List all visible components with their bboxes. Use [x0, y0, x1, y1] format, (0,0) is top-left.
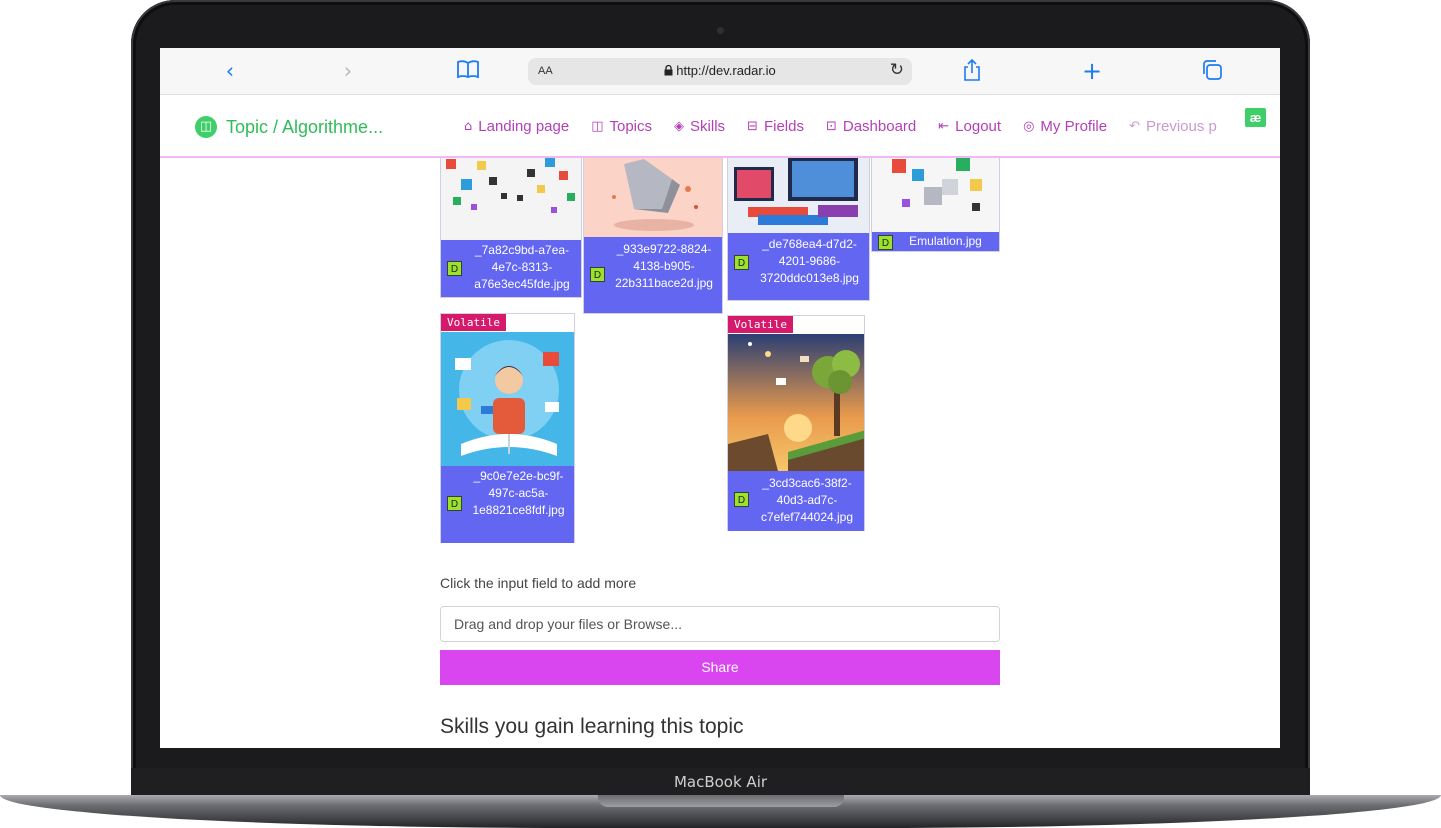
- file-thumbnail: [441, 332, 574, 466]
- address-bar[interactable]: AA http://dev.radar.io ↻: [528, 58, 912, 85]
- file-thumbnail: [728, 158, 869, 233]
- main-content: D _7a82c9bd-a7ea-4e7c-8313-a76e3ec45fde.…: [160, 158, 1280, 748]
- page-title: Topic / Algorithme...: [226, 116, 384, 137]
- book-open-icon: ◫: [591, 119, 604, 134]
- file-name: _933e9722-8824-4138-b905-22b311bace2d.jp…: [615, 242, 713, 290]
- chevron-left-icon[interactable]: ‹: [220, 59, 240, 83]
- ae-badge[interactable]: æ: [1245, 108, 1266, 127]
- undo-icon: ↶: [1129, 119, 1140, 134]
- nav-link-label: Dashboard: [842, 118, 917, 135]
- brand[interactable]: ◫ Topic / Algorithme...: [195, 116, 383, 138]
- nav-topics[interactable]: ◫ Topics: [591, 118, 652, 135]
- file-thumbnail: [872, 158, 999, 232]
- graduation-cap-icon: ◈: [674, 119, 685, 134]
- volatile-tag: Volatile: [441, 314, 506, 331]
- nav-landing-page[interactable]: ⌂ Landing page: [464, 118, 569, 135]
- file-card[interactable]: D _de768ea4-d7d2-4201-9686-3720ddc013e8.…: [727, 158, 870, 301]
- browser-toolbar: ‹ › AA http://dev.radar.io ↻ +: [160, 48, 1280, 95]
- file-card[interactable]: Volatile _9c0e7e2e-bc9f-497c-ac5a-1e8821…: [440, 313, 575, 543]
- user-circle-icon: ◎: [1023, 119, 1035, 134]
- address-url: http://dev.radar.io: [528, 63, 912, 78]
- nav-link-label: Skills: [690, 118, 726, 135]
- reload-icon[interactable]: ↻: [890, 60, 904, 80]
- plus-icon[interactable]: +: [1080, 59, 1104, 83]
- url-text: http://dev.radar.io: [676, 63, 776, 78]
- file-thumbnail: [584, 158, 722, 237]
- nav-fields[interactable]: ⊟ Fields: [747, 118, 804, 135]
- volatile-tag: Volatile: [728, 316, 793, 333]
- home-icon: ⌂: [464, 119, 473, 134]
- file-upload-input[interactable]: Drag and drop your files or Browse...: [440, 606, 1000, 642]
- nav-link-label: Previous p: [1146, 118, 1217, 135]
- d-badge: D: [447, 496, 462, 511]
- nav-previous-page[interactable]: ↶ Previous p: [1129, 118, 1217, 135]
- file-name: _7a82c9bd-a7ea-4e7c-8313-a76e3ec45fde.jp…: [474, 243, 570, 291]
- nav-link-label: Landing page: [478, 118, 570, 135]
- file-name: Emulation.jpg: [909, 234, 982, 248]
- logout-icon: ⇤: [938, 119, 950, 134]
- site-navbar: ◫ Topic / Algorithme... ⌂ Landing page ◫ T…: [160, 95, 1280, 158]
- lock-icon: [664, 64, 673, 76]
- tabs-icon[interactable]: [1200, 59, 1224, 83]
- camera: [717, 27, 724, 34]
- nav-link-label: Fields: [763, 118, 804, 135]
- nav-dashboard[interactable]: ⊡ Dashboard: [826, 118, 916, 135]
- nav-my-profile[interactable]: ◎ My Profile: [1023, 118, 1107, 135]
- skills-section-heading: Skills you gain learning this topic: [440, 715, 744, 738]
- device-label: MacBook Air: [131, 768, 1310, 796]
- nav-logout[interactable]: ⇤ Logout: [938, 118, 1001, 135]
- dashboard-icon: ⊡: [825, 119, 837, 134]
- nav-link-label: Logout: [955, 118, 1002, 135]
- upload-hint: Click the input field to add more: [440, 575, 637, 591]
- nav-link-label: Topics: [609, 118, 653, 135]
- file-thumbnail: [441, 158, 581, 240]
- share-icon[interactable]: [960, 58, 984, 83]
- file-card[interactable]: D _933e9722-8824-4138-b905-22b311bace2d.…: [583, 158, 723, 314]
- file-thumbnail: [728, 334, 864, 471]
- book-icon[interactable]: [455, 59, 481, 83]
- screen: ‹ › AA http://dev.radar.io ↻ + ◫ Topic /…: [160, 48, 1280, 748]
- share-button[interactable]: Share: [440, 650, 1000, 685]
- briefcase-icon: ⊟: [747, 119, 758, 134]
- file-name: _de768ea4-d7d2-4201-9686-3720ddc013e8.jp…: [760, 237, 859, 285]
- file-card[interactable]: D Emulation.jpg: [871, 158, 1000, 252]
- chevron-right-icon[interactable]: ›: [338, 59, 358, 83]
- file-card[interactable]: Volatile _3cd3cac6-38f2-40d3-ad7c-c7efef…: [727, 315, 865, 531]
- nav-link-label: My Profile: [1040, 118, 1108, 135]
- nav-links: ⌂ Landing page ◫ Topics ◈ Skills ⊟ Fields ⊡ D…: [464, 118, 1239, 135]
- laptop-notch: [598, 795, 844, 807]
- file-card[interactable]: D _7a82c9bd-a7ea-4e7c-8313-a76e3ec45fde.…: [440, 158, 582, 298]
- d-badge: D: [734, 492, 749, 507]
- nav-skills[interactable]: ◈ Skills: [674, 118, 725, 135]
- book-open-icon: ◫: [195, 116, 217, 138]
